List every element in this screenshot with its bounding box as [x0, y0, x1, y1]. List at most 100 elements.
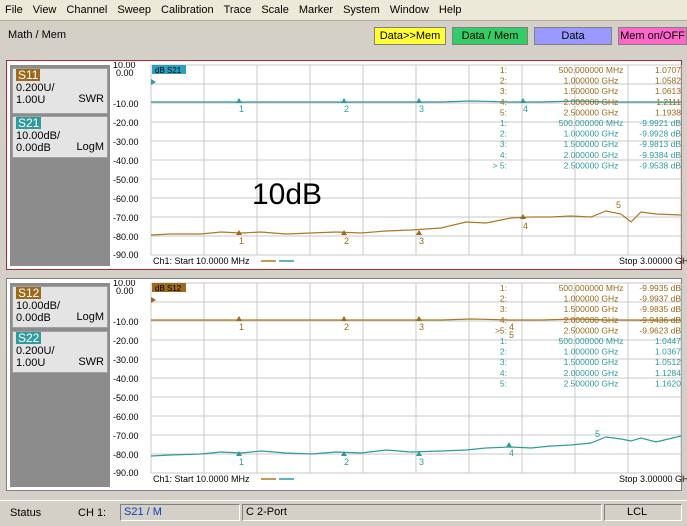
- marker-readout-val: -9.9538 dB: [639, 160, 681, 170]
- y-tick-label: -90.00: [113, 250, 139, 260]
- svg-text:3: 3: [419, 457, 424, 467]
- menu-trace[interactable]: Trace: [219, 4, 257, 16]
- softkey-menu-title: Math / Mem: [8, 29, 67, 41]
- marker-readout-val: 1.1938: [655, 107, 681, 117]
- channel-window-2: S12 10.00dB/ 0.00dB LogM S22 0.200U/ 1.0…: [6, 278, 687, 491]
- y-tick-label: -20.00: [113, 336, 139, 346]
- trace-box-s11[interactable]: S11 0.200U/ 1.00U SWR: [12, 68, 108, 114]
- status-label: Status: [10, 507, 42, 519]
- marker-readout-n: 2:: [500, 76, 507, 86]
- trace-box-s12[interactable]: S12 10.00dB/ 0.00dB LogM: [12, 286, 108, 328]
- menu-scale[interactable]: Scale: [256, 4, 294, 16]
- trace-ref-s12: 0.00dB: [16, 312, 51, 324]
- y-tick-label: -60.00: [113, 194, 139, 204]
- marker-readout-n: 1:: [500, 283, 507, 293]
- menu-system[interactable]: System: [338, 4, 385, 16]
- marker-readout-n: 5:: [500, 378, 507, 388]
- trace-format-s22: SWR: [78, 356, 104, 368]
- softkey-bar: Math / Mem Data>>Mem Data / Mem Data Mem…: [0, 21, 687, 49]
- menu-help[interactable]: Help: [434, 4, 467, 16]
- menu-view[interactable]: View: [28, 4, 62, 16]
- svg-text:4: 4: [509, 448, 514, 458]
- marker-readout-n: 4:: [500, 315, 507, 325]
- marker-readout-freq: 2.000000 GHz: [564, 97, 619, 107]
- trace-scale-s21: 10.00dB/: [16, 130, 61, 142]
- y-tick-label: -50.00: [113, 175, 139, 185]
- marker-readout-n: 3:: [500, 357, 507, 367]
- marker-readout-n: 5:: [500, 107, 507, 117]
- y-tick-label: -80.00: [113, 232, 139, 242]
- status-channel: CH 1:: [78, 507, 107, 519]
- menu-window[interactable]: Window: [385, 4, 434, 16]
- trace-box-s22[interactable]: S22 0.200U/ 1.00U SWR: [12, 331, 108, 373]
- marker-readout-val: 1.0512: [655, 357, 681, 367]
- trace-ref-s21: 0.00dB: [16, 142, 51, 154]
- marker-readout-freq: 500.000000 MHz: [559, 336, 624, 346]
- trace-name-s11: S11: [16, 68, 41, 82]
- marker-readout-val: -9.9813 dB: [639, 139, 681, 149]
- plot-area-1[interactable]: 10.00 0.00 -10.00 -20.00 -30.00 -40.00 -…: [111, 62, 687, 267]
- svg-text:1: 1: [239, 457, 244, 467]
- y-tick-label: -30.00: [113, 137, 139, 147]
- status-cal-field: C 2-Port: [242, 504, 602, 521]
- marker-readout-val: 1.0447: [655, 336, 681, 346]
- menu-channel[interactable]: Channel: [61, 4, 112, 16]
- marker-readout-freq: 1.500000 GHz: [564, 139, 619, 149]
- marker-readout-val: 1.0707: [655, 65, 681, 75]
- y-tick-label: -40.00: [113, 156, 139, 166]
- marker-readout-n: 4:: [500, 368, 507, 378]
- marker-readout-freq: 1.500000 GHz: [564, 304, 619, 314]
- data-button[interactable]: Data: [534, 27, 612, 45]
- status-trace-field: S21 / M: [120, 504, 240, 521]
- data-div-mem-button[interactable]: Data / Mem: [452, 27, 528, 45]
- annotation-overlay-text: 10dB: [252, 178, 323, 211]
- sweep-stop-label: Stop 3.00000 GHz: [619, 474, 687, 484]
- trace-format-s21: LogM: [76, 141, 104, 153]
- y-tick-label: -70.00: [113, 213, 139, 223]
- marker-readout-freq: 2.500000 GHz: [564, 107, 619, 117]
- marker-readout-freq: 2.000000 GHz: [564, 150, 619, 160]
- trace-ref-s22: 1.00U: [16, 357, 46, 369]
- menu-marker[interactable]: Marker: [294, 4, 338, 16]
- status-mode: LCL: [627, 506, 648, 518]
- marker-readout-freq: 1.000000 GHz: [564, 76, 619, 86]
- active-trace-badge: dB S12: [155, 284, 182, 293]
- y-tick-label: -10.00: [113, 317, 139, 327]
- marker-readout-val: 1.1620: [655, 378, 681, 388]
- svg-text:2: 2: [344, 457, 349, 467]
- svg-text:3: 3: [419, 236, 424, 246]
- marker-readout-n: > 5:: [493, 160, 507, 170]
- y-tick-label: 0.00: [116, 286, 134, 296]
- marker-readout-freq: 500.000000 MHz: [559, 283, 624, 293]
- marker-readout-val: 1.1284: [655, 368, 681, 378]
- svg-text:2: 2: [344, 322, 349, 332]
- marker-readout-freq: 500.000000 MHz: [559, 118, 624, 128]
- menu-calibration[interactable]: Calibration: [156, 4, 219, 16]
- menu-file[interactable]: File: [0, 4, 28, 16]
- marker-readout-freq: 2.000000 GHz: [564, 315, 619, 325]
- trace-box-s21[interactable]: S21 10.00dB/ 0.00dB LogM: [12, 116, 108, 158]
- marker-readout-n: 2:: [500, 347, 507, 357]
- menu-sweep[interactable]: Sweep: [112, 4, 156, 16]
- marker-readout-n: 1:: [500, 65, 507, 75]
- marker-readout-n: 4:: [500, 97, 507, 107]
- y-tick-label: -70.00: [113, 431, 139, 441]
- mem-on-off-button[interactable]: Mem on/OFF: [618, 27, 687, 45]
- trace-format-s12: LogM: [76, 311, 104, 323]
- plot-area-2[interactable]: 10.00 0.00 -10.00 -20.00 -30.00 -40.00 -…: [111, 280, 687, 488]
- y-tick-label: 0.00: [116, 68, 134, 78]
- marker-readout-freq: 1.000000 GHz: [564, 347, 619, 357]
- data-to-mem-button[interactable]: Data>>Mem: [374, 27, 446, 45]
- marker-readout-freq: 2.500000 GHz: [564, 325, 619, 335]
- y-tick-label: -30.00: [113, 355, 139, 365]
- marker-readout-freq: 2.500000 GHz: [564, 160, 619, 170]
- svg-text:3: 3: [419, 322, 424, 332]
- marker-readout-n: 3:: [500, 139, 507, 149]
- marker-readout-val: -9.9623 dB: [639, 325, 681, 335]
- svg-text:4: 4: [523, 104, 528, 114]
- trace-status-column-1: S11 0.200U/ 1.00U SWR S21 10.00dB/ 0.00d…: [10, 65, 110, 266]
- marker-readout-val: -9.9436 dB: [639, 315, 681, 325]
- y-tick-label: -10.00: [113, 99, 139, 109]
- marker-readout-val: -9.9835 dB: [639, 304, 681, 314]
- marker-readout-val: -9.9921 dB: [639, 118, 681, 128]
